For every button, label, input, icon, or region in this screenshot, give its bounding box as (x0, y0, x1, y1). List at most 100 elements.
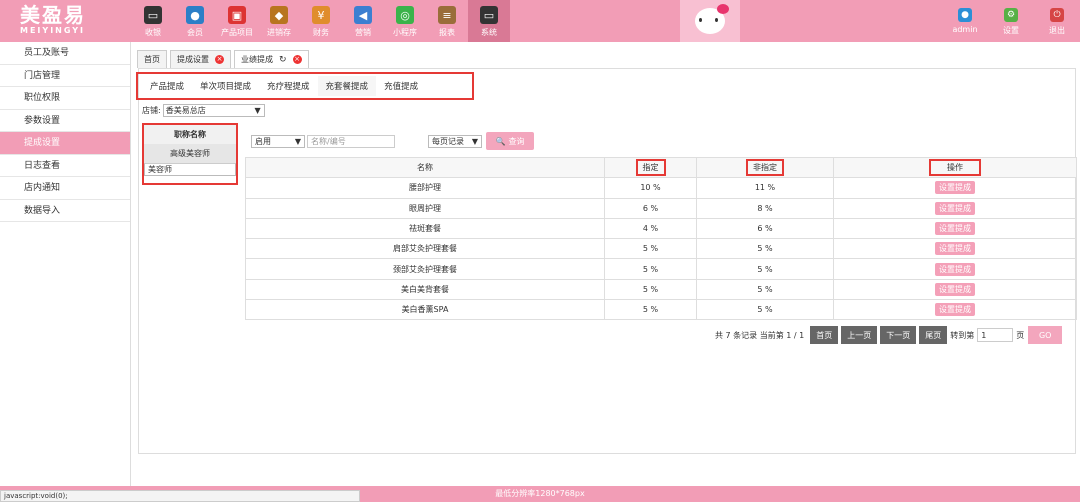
subtab-4[interactable]: 充值提成 (376, 76, 426, 96)
nav-item-7[interactable]: ≡ 报表 (426, 0, 468, 42)
logo-cn: 美盈易 (20, 3, 86, 27)
footer-text: 最低分辨率1280*768px (495, 489, 585, 498)
nav-item-6[interactable]: ◎ 小程序 (384, 0, 426, 42)
set-commission-button[interactable]: 设置提成 (935, 303, 975, 317)
name-search-placeholder: 名称/编号 (311, 136, 346, 146)
chevron-down-icon: ▼ (471, 136, 478, 146)
set-commission-button[interactable]: 设置提成 (935, 282, 975, 296)
cell-actions: 设置提成 (833, 238, 1077, 260)
subtab-2[interactable]: 充疗程提成 (259, 76, 318, 96)
sidebar-item-7[interactable]: 数据导入 (0, 200, 130, 222)
table-row: 美白香薰SPA 5 % 5 % 设置提成 (245, 299, 1077, 321)
set-commission-button[interactable]: 设置提成 (935, 222, 975, 236)
sidebar-item-4[interactable]: 提成设置 (0, 132, 130, 155)
sidebar-item-3[interactable]: 参数设置 (0, 110, 130, 132)
table-row: 肩部艾灸护理套餐 5 % 5 % 设置提成 (245, 238, 1077, 260)
cell-name: 眼周护理 (245, 197, 605, 219)
set-commission-button[interactable]: 设置提成 (935, 181, 975, 195)
prev-page-button[interactable]: 上一页 (841, 326, 878, 344)
set-commission-button[interactable]: 设置提成 (935, 242, 975, 256)
last-page-button[interactable]: 尾页 (919, 326, 948, 344)
nav-item-2[interactable]: ▣ 产品项目 (216, 0, 258, 42)
logout-icon: ⏻ (1050, 8, 1064, 22)
cell-unassigned: 8 % (696, 197, 834, 219)
store-select[interactable]: 香美易总店 ▼ (162, 104, 265, 117)
nav-item-label: 进销存 (267, 28, 291, 37)
status-select[interactable]: 启用 ▼ (251, 134, 305, 148)
page-tab-performance-commission[interactable]: 业绩提成 ↻ × (234, 50, 309, 68)
user-nav-item-2[interactable]: ⏻ 退出 (1034, 0, 1080, 42)
per-page-select[interactable]: 每页记录 ▼ (428, 134, 482, 148)
sidebar-item-0[interactable]: 员工及账号 (0, 42, 130, 65)
chevron-down-icon: ▼ (254, 106, 261, 115)
col-actions-header: 操作 (833, 156, 1077, 179)
chevron-down-icon: ▼ (294, 136, 301, 146)
set-commission-button[interactable]: 设置提成 (935, 201, 975, 215)
cell-name: 颈部艾灸护理套餐 (245, 258, 605, 280)
subtab-1[interactable]: 单次项目提成 (192, 76, 259, 96)
next-page-button[interactable]: 下一页 (880, 326, 917, 344)
cell-unassigned: 6 % (696, 217, 834, 240)
marketing-icon: ◀ (354, 6, 372, 24)
role-item-beautician[interactable]: 美容师 (144, 163, 236, 176)
refresh-icon[interactable]: ↻ (279, 55, 287, 65)
user-nav: ● admin ⚙ 设置 ⏻ 退出 (942, 0, 1080, 42)
table-row: 腰部护理 10 % 11 % 设置提成 (245, 177, 1077, 199)
cell-name: 祛斑套餐 (245, 217, 605, 240)
nav-item-4[interactable]: ¥ 财务 (300, 0, 342, 42)
go-button[interactable]: GO (1028, 326, 1063, 344)
nav-item-label: 营销 (355, 28, 371, 37)
logo[interactable]: 美盈易 MEIYINGYI (20, 4, 110, 38)
cell-unassigned: 5 % (696, 238, 834, 260)
cell-assigned: 4 % (604, 217, 697, 240)
user-nav-label: admin (952, 25, 978, 34)
user-nav-item-1[interactable]: ⚙ 设置 (988, 0, 1034, 42)
hello-kitty-decoration (680, 0, 740, 42)
query-button[interactable]: 🔍 查询 (486, 132, 534, 150)
cell-assigned: 10 % (604, 177, 697, 199)
col-unassigned-header: 非指定 (696, 156, 834, 179)
sidebar-item-5[interactable]: 日志查看 (0, 155, 130, 177)
set-commission-button[interactable]: 设置提成 (935, 262, 975, 276)
nav-item-label: 报表 (439, 28, 455, 37)
role-list-header: 职称名称 (144, 125, 236, 144)
nav-item-label: 小程序 (393, 28, 417, 37)
page-tab-commission-settings[interactable]: 提成设置 × (170, 50, 231, 68)
nav-item-1[interactable]: ● 会员 (174, 0, 216, 42)
cell-assigned: 5 % (604, 258, 697, 280)
goto-page-input[interactable]: 1 (977, 328, 1014, 342)
cell-assigned: 5 % (604, 278, 697, 301)
store-label: 店铺: (142, 106, 161, 115)
user-nav-item-0[interactable]: ● admin (942, 0, 988, 42)
col-actions-label: 操作 (929, 159, 981, 177)
nav-item-label: 系统 (481, 28, 497, 37)
cell-name: 腰部护理 (245, 177, 605, 199)
store-filter: 店铺: 香美易总店 ▼ (142, 104, 265, 117)
subtab-3[interactable]: 充套餐提成 (317, 76, 377, 96)
report-icon: ≡ (438, 6, 456, 24)
cell-assigned: 5 % (604, 299, 697, 321)
nav-item-8[interactable]: ▭ 系统 (468, 0, 510, 42)
cell-name: 美白香薰SPA (245, 299, 605, 321)
cell-actions: 设置提成 (833, 299, 1077, 321)
cell-actions: 设置提成 (833, 217, 1077, 240)
sidebar-item-1[interactable]: 门店管理 (0, 65, 130, 87)
product-icon: ▣ (228, 6, 246, 24)
nav-item-3[interactable]: ◆ 进销存 (258, 0, 300, 42)
page-tab-label: 业绩提成 (241, 55, 273, 64)
sidebar-item-2[interactable]: 职位权限 (0, 87, 130, 110)
table-row: 祛斑套餐 4 % 6 % 设置提成 (245, 217, 1077, 240)
nav-item-0[interactable]: ▭ 收银 (132, 0, 174, 42)
goto-label: 转到第 (950, 330, 975, 340)
first-page-button[interactable]: 首页 (810, 326, 839, 344)
nav-item-5[interactable]: ◀ 营销 (342, 0, 384, 42)
close-icon[interactable]: × (292, 55, 302, 64)
cell-actions: 设置提成 (833, 197, 1077, 219)
close-icon[interactable]: × (215, 55, 224, 64)
page-tab-home[interactable]: 首页 (137, 50, 167, 68)
status-value: 启用 (255, 136, 271, 146)
name-search-input[interactable]: 名称/编号 (307, 134, 395, 148)
subtab-0[interactable]: 产品提成 (142, 76, 192, 96)
cell-unassigned: 5 % (696, 299, 834, 321)
sidebar-item-6[interactable]: 店内通知 (0, 177, 130, 200)
